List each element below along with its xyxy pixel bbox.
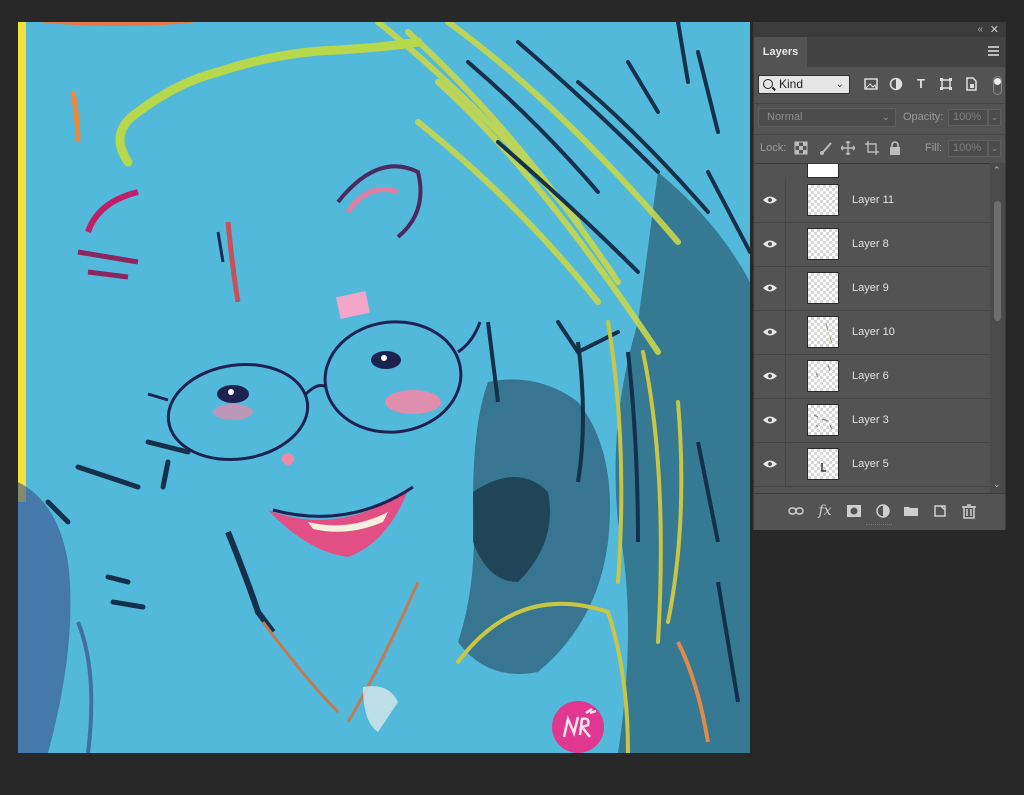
- layer-row[interactable]: Layer 11: [754, 179, 990, 223]
- layer-name[interactable]: Layer 5: [852, 458, 889, 470]
- shape-filter-icon[interactable]: [939, 77, 953, 91]
- lock-artboard-icon[interactable]: [865, 141, 879, 155]
- divider: [785, 267, 786, 310]
- divider: [785, 223, 786, 266]
- layer-thumbnail: [807, 404, 839, 436]
- layer-thumbnail: [807, 184, 839, 216]
- group-folder-icon[interactable]: [903, 503, 919, 519]
- document-canvas[interactable]: [18, 22, 750, 753]
- image-filter-icon[interactable]: [864, 77, 878, 91]
- layer-name[interactable]: Layer 3: [852, 414, 889, 426]
- link-layers-icon[interactable]: [788, 503, 804, 519]
- eye-icon[interactable]: [763, 414, 777, 424]
- opacity-dropdown-icon[interactable]: ⌄: [988, 109, 1001, 126]
- layer-name[interactable]: Layer 8: [852, 238, 889, 250]
- layer-row[interactable]: Layer 5: [754, 443, 990, 487]
- fx-icon[interactable]: fx: [817, 503, 833, 519]
- layer-name[interactable]: Layer 10: [852, 326, 895, 338]
- layer-thumbnail: [807, 272, 839, 304]
- smart-object-filter-icon[interactable]: [964, 77, 978, 91]
- lock-transparent-icon[interactable]: [794, 141, 808, 155]
- tab-layers[interactable]: Layers: [754, 37, 807, 67]
- layer-name[interactable]: Layer 9: [852, 282, 889, 294]
- divider: [785, 311, 786, 354]
- trash-icon[interactable]: [961, 503, 977, 519]
- panel-tabs: Layers: [754, 37, 1005, 67]
- scroll-thumb[interactable]: [994, 201, 1001, 321]
- eye-icon[interactable]: [763, 282, 777, 292]
- fill-field[interactable]: 100%: [948, 140, 988, 157]
- eye-icon[interactable]: [763, 238, 777, 248]
- layer-thumbnail: [807, 228, 839, 260]
- lock-all-icon[interactable]: [888, 141, 902, 155]
- panel-title-bar: « ✕: [754, 23, 1005, 37]
- chevron-down-icon: ⌄: [835, 79, 844, 90]
- filter-toggle-switch[interactable]: [993, 76, 1002, 95]
- lock-image-icon[interactable]: [819, 141, 833, 155]
- eye-icon[interactable]: [763, 370, 777, 380]
- eye-icon[interactable]: [763, 194, 777, 204]
- lock-label: Lock:: [760, 142, 787, 154]
- filter-kind-label: Kind: [779, 77, 804, 91]
- blend-mode-value: Normal: [767, 111, 803, 123]
- layers-footer-toolbar: fx: [754, 493, 1005, 530]
- opacity-field[interactable]: 100%: [948, 109, 988, 126]
- chevron-down-icon: ⌄: [881, 112, 890, 123]
- eye-icon[interactable]: [763, 458, 777, 468]
- blend-opacity-row: Normal ⌄ Opacity: 100% ⌄: [754, 103, 1005, 130]
- panel-resize-grip[interactable]: [866, 524, 892, 527]
- search-icon: [763, 79, 773, 89]
- new-layer-icon[interactable]: [932, 503, 948, 519]
- layers-scrollbar[interactable]: ⌃ ⌄: [990, 163, 1005, 493]
- adjustment-layer-icon[interactable]: [875, 503, 891, 519]
- layer-row[interactable]: Layer 8: [754, 223, 990, 267]
- divider: [785, 355, 786, 398]
- layer-thumbnail: [807, 448, 839, 480]
- divider: [785, 179, 786, 222]
- opacity-label: Opacity:: [903, 111, 944, 123]
- add-mask-icon[interactable]: [846, 503, 862, 519]
- layer-thumbnail: [807, 360, 839, 392]
- layer-thumbnail: [807, 316, 839, 348]
- adjustment-filter-icon[interactable]: [889, 77, 903, 91]
- fill-dropdown-icon[interactable]: ⌄: [988, 140, 1001, 157]
- divider: [785, 399, 786, 442]
- layers-panel: « ✕ Layers Kind ⌄ T Normal ⌄ Opacity: 10…: [753, 22, 1006, 530]
- fill-label: Fill:: [925, 142, 943, 154]
- chevron-up-icon[interactable]: ⌃: [993, 165, 1001, 176]
- layer-filter-row: Kind ⌄ T: [754, 70, 1005, 98]
- type-filter-icon[interactable]: T: [914, 77, 928, 91]
- blend-mode-select[interactable]: Normal ⌄: [758, 108, 896, 127]
- filter-kind-select[interactable]: Kind ⌄: [758, 75, 850, 94]
- layer-name[interactable]: Layer 11: [852, 194, 894, 206]
- close-icon[interactable]: ✕: [990, 23, 999, 37]
- chevron-down-icon[interactable]: ⌄: [993, 479, 1001, 490]
- layer-row[interactable]: Layer 9: [754, 267, 990, 311]
- artist-signature-logo: [552, 701, 604, 753]
- layer-row[interactable]: Layer 10: [754, 311, 990, 355]
- divider: [785, 443, 786, 486]
- layer-thumbnail-partial: [807, 164, 839, 178]
- eye-icon[interactable]: [763, 326, 777, 336]
- layer-row[interactable]: Layer 3: [754, 399, 990, 443]
- painting-artwork: [18, 22, 750, 753]
- panel-menu-icon[interactable]: [988, 46, 999, 58]
- layers-list[interactable]: Layer 11 Layer 8 Layer 9 Layer 10 Layer …: [754, 163, 990, 494]
- double-chevron-left-icon[interactable]: «: [977, 23, 983, 37]
- layer-row[interactable]: Layer 6: [754, 355, 990, 399]
- layer-name[interactable]: Layer 6: [852, 370, 889, 382]
- lock-position-icon[interactable]: [840, 140, 856, 156]
- lock-fill-row: Lock: Fill: 100% ⌄: [754, 134, 1005, 161]
